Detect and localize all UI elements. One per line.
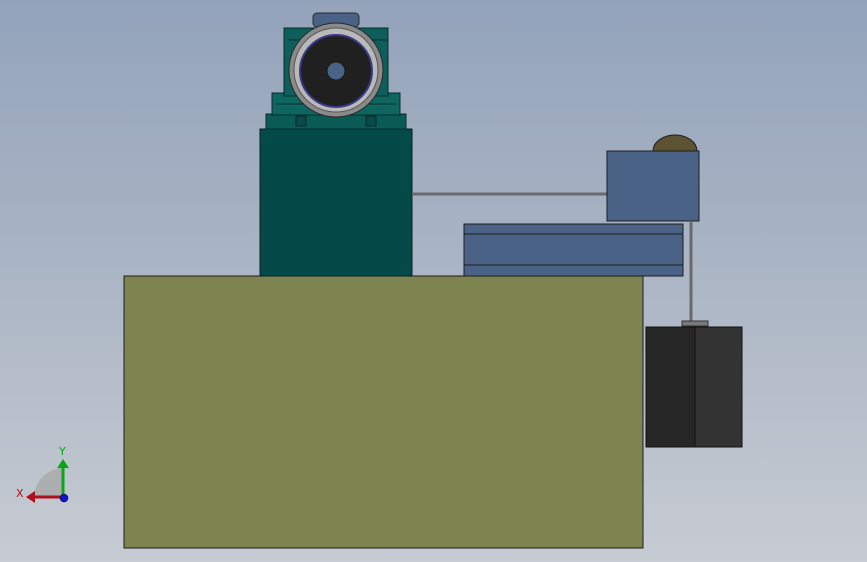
coordinate-triad: Y X — [16, 445, 69, 503]
base-tank[interactable] — [123, 275, 644, 549]
motor-face[interactable] — [288, 22, 384, 118]
valve-cap — [652, 134, 698, 152]
x-axis-label: X — [16, 487, 24, 500]
valve-block[interactable] — [606, 150, 700, 222]
y-axis-label: Y — [58, 445, 66, 458]
pipe-fitting — [681, 320, 709, 327]
assembly-drawing: Y X — [16, 12, 743, 549]
z-axis-dot — [59, 493, 69, 503]
motor-stand[interactable] — [259, 128, 413, 277]
manifold-block[interactable] — [463, 223, 684, 277]
accumulator[interactable] — [645, 326, 743, 448]
triad-arc — [34, 468, 63, 497]
cad-viewport[interactable]: Y X — [0, 0, 867, 562]
